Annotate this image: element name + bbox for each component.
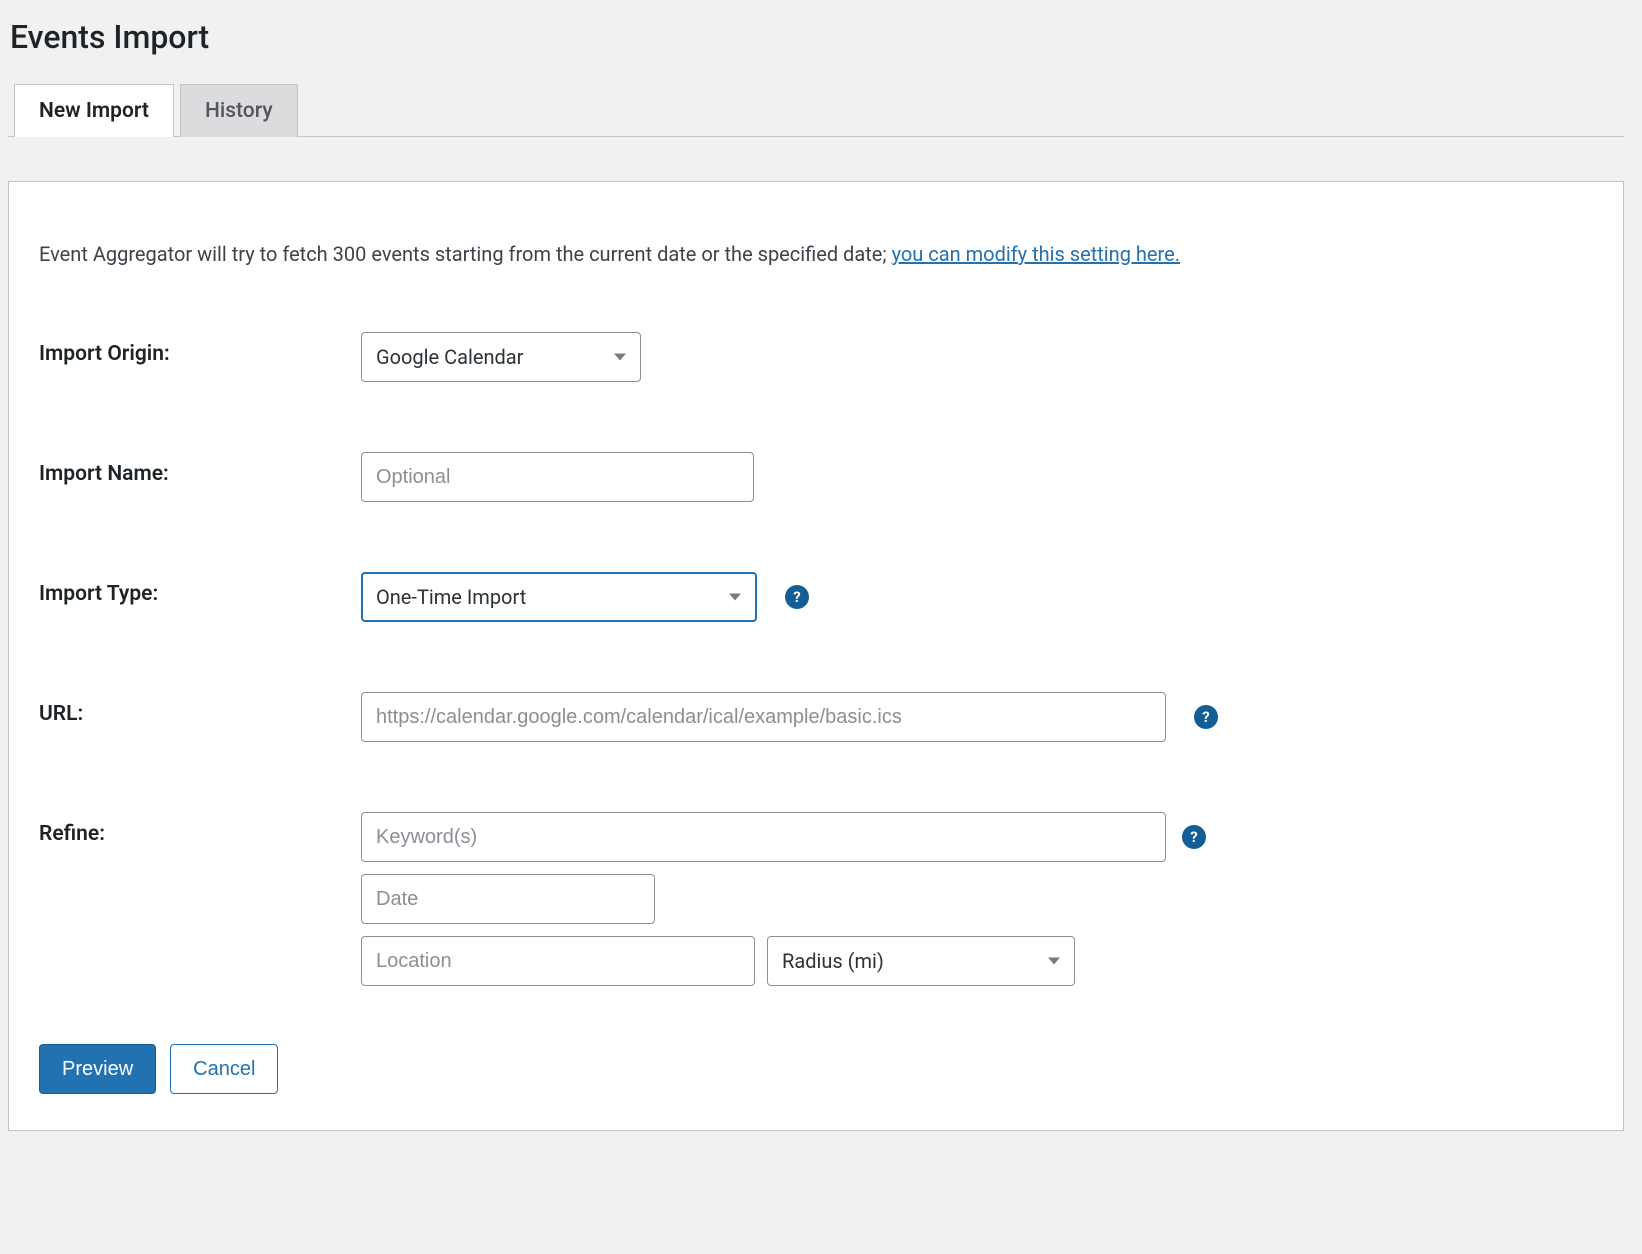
label-url: URL: xyxy=(39,702,83,726)
row-refine: Refine: ? Radius (mi) xyxy=(39,812,1593,986)
intro-text-body: Event Aggregator will try to fetch 300 e… xyxy=(39,242,892,266)
label-import-type: Import Type: xyxy=(39,582,158,606)
page-title: Events Import xyxy=(10,18,1624,56)
row-import-type: Import Type: One-Time Import ? xyxy=(39,572,1593,622)
import-type-value: One-Time Import xyxy=(376,585,526,609)
intro-settings-link[interactable]: you can modify this setting here. xyxy=(892,242,1180,266)
intro-text: Event Aggregator will try to fetch 300 e… xyxy=(39,242,1593,266)
keywords-input[interactable] xyxy=(361,812,1166,862)
label-refine: Refine: xyxy=(39,822,105,846)
radius-select[interactable]: Radius (mi) xyxy=(767,936,1075,986)
tab-new-import[interactable]: New Import xyxy=(14,84,174,137)
url-input[interactable] xyxy=(361,692,1166,742)
import-origin-select[interactable]: Google Calendar xyxy=(361,332,641,382)
radius-value: Radius (mi) xyxy=(782,949,884,973)
date-input[interactable] xyxy=(361,874,655,924)
chevron-down-icon xyxy=(1048,958,1060,965)
preview-button[interactable]: Preview xyxy=(39,1044,156,1094)
import-type-select[interactable]: One-Time Import xyxy=(361,572,757,622)
label-import-origin: Import Origin: xyxy=(39,342,170,366)
row-import-name: Import Name: xyxy=(39,452,1593,502)
chevron-down-icon xyxy=(614,354,626,361)
import-origin-value: Google Calendar xyxy=(376,345,523,369)
tab-history[interactable]: History xyxy=(180,84,298,137)
help-icon[interactable]: ? xyxy=(785,585,809,609)
label-import-name: Import Name: xyxy=(39,462,169,486)
cancel-button[interactable]: Cancel xyxy=(170,1044,278,1094)
help-icon[interactable]: ? xyxy=(1194,705,1218,729)
location-input[interactable] xyxy=(361,936,755,986)
tabs: New Import History xyxy=(14,84,1624,137)
chevron-down-icon xyxy=(729,594,741,601)
row-url: URL: ? xyxy=(39,692,1593,742)
row-import-origin: Import Origin: Google Calendar xyxy=(39,332,1593,382)
help-icon[interactable]: ? xyxy=(1182,825,1206,849)
form-actions: Preview Cancel xyxy=(39,1044,1593,1094)
import-panel: Event Aggregator will try to fetch 300 e… xyxy=(8,181,1624,1131)
import-name-input[interactable] xyxy=(361,452,754,502)
